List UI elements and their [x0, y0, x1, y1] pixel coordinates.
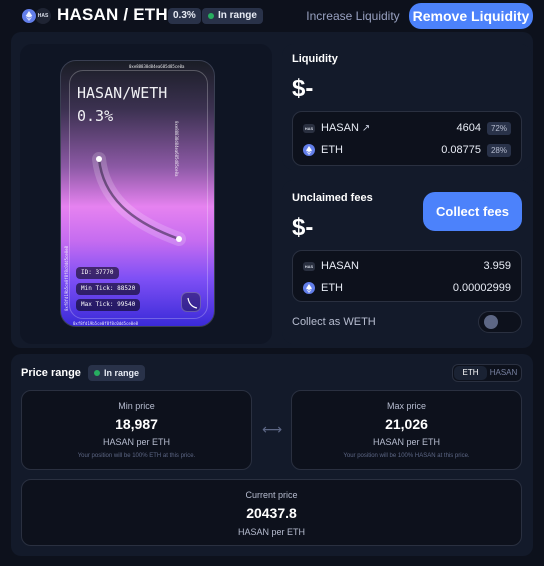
max-price-value: 21,026 [385, 416, 428, 432]
toggle-knob [484, 315, 498, 329]
range-status-label: In range [218, 10, 257, 21]
price-range-status-label: In range [104, 368, 140, 378]
range-arrows-icon: ⟷ [262, 421, 283, 437]
fees-breakdown: HAS HASAN 3.959 ETH 0.00002999 [292, 250, 522, 302]
token-pair-icons: HAS [21, 8, 53, 24]
fees-row-eth: ETH 0.00002999 [303, 280, 511, 296]
min-price-label: Min price [118, 401, 155, 411]
unit-option-hasan[interactable]: HASAN [487, 366, 520, 380]
position-header: HAS HASAN / ETH 0.3% In range Increase L… [0, 0, 544, 32]
token-amount: 4604 [456, 122, 481, 134]
nft-min-tick-tag: Min Tick: 88520 [76, 283, 141, 295]
current-price-box: Current price 20437.8 HASAN per ETH [21, 479, 522, 546]
price-range-title: Price range [21, 367, 81, 379]
token-amount: 0.08775 [441, 144, 481, 156]
collect-as-weth-label: Collect as WETH [292, 316, 376, 328]
increase-liquidity-button[interactable]: Increase Liquidity [300, 4, 406, 27]
liquidity-label: Liquidity [292, 53, 338, 65]
in-range-dot-icon [94, 370, 100, 376]
collect-fees-button[interactable]: Collect fees [423, 192, 522, 231]
nft-curve-glyph-icon [181, 292, 201, 312]
remove-liquidity-button[interactable]: Remove Liquidity [409, 3, 533, 29]
pair-title: HASAN / ETH [57, 5, 168, 24]
nft-id-tag: ID: 37770 [76, 267, 119, 279]
current-price-unit: HASAN per ETH [237, 527, 306, 537]
nft-edge-text-right: 0xe88838d84ea685d85ce0a [174, 121, 179, 177]
hasan-token-icon: HAS [35, 8, 51, 24]
liquidity-row-eth: ETH 0.08775 28% [303, 142, 511, 158]
hasan-token-icon: HAS [303, 123, 315, 133]
price-unit-toggle[interactable]: ETH HASAN [452, 364, 522, 382]
min-price-box: Min price 18,987 HASAN per ETH Your posi… [21, 390, 252, 470]
eth-token-icon [21, 8, 37, 24]
position-nft-image[interactable]: 0xe88838d84ea685d85ce0a 0xf8fd19b5ce0f8f… [60, 60, 215, 327]
in-range-dot-icon [208, 13, 214, 19]
max-price-box: Max price 21,026 HASAN per ETH Your posi… [291, 390, 522, 470]
token-symbol: ETH [321, 144, 343, 156]
range-status-badge: In range [202, 8, 263, 24]
eth-token-icon [303, 144, 315, 156]
min-price-value: 18,987 [115, 416, 158, 432]
fee-tier-badge: 0.3% [168, 8, 201, 24]
min-price-unit: HASAN per ETH [102, 437, 171, 447]
eth-token-icon [303, 282, 315, 294]
nft-edge-text-left: 0xf8fd19b5ce0f8f8c0dd5ce0e8 [64, 245, 69, 311]
curve-start-dot [96, 156, 102, 162]
liquidity-value: $- [292, 75, 314, 102]
token-amount: 3.959 [483, 260, 511, 272]
unit-option-eth[interactable]: ETH [454, 366, 487, 380]
unclaimed-fees-value: $- [292, 214, 314, 241]
external-link-icon[interactable]: ↗ [362, 123, 370, 134]
current-price-label: Current price [245, 490, 298, 500]
curve-end-dot [176, 236, 182, 242]
collect-as-weth-toggle[interactable] [478, 311, 522, 333]
max-price-label: Max price [386, 401, 426, 411]
token-amount: 0.00002999 [452, 282, 511, 294]
unclaimed-fees-label: Unclaimed fees [292, 192, 373, 204]
hasan-token-icon: HAS [303, 261, 315, 271]
token-symbol: HASAN [321, 260, 359, 272]
liquidity-row-hasan: HAS HASAN ↗ 4604 72% [303, 120, 511, 136]
token-share-badge: 28% [486, 143, 511, 157]
nft-max-tick-tag: Max Tick: 99540 [76, 299, 141, 311]
token-share-badge: 72% [486, 121, 511, 135]
max-price-unit: HASAN per ETH [372, 437, 441, 447]
liquidity-breakdown: HAS HASAN ↗ 4604 72% ETH 0.08775 28% [292, 111, 522, 166]
max-price-note: Your position will be 100% HASAN at this… [343, 453, 470, 459]
token-symbol: ETH [321, 282, 343, 294]
token-symbol: HASAN [321, 122, 359, 134]
current-price-value: 20437.8 [246, 505, 297, 521]
fees-row-hasan: HAS HASAN 3.959 [303, 258, 511, 274]
min-price-note: Your position will be 100% ETH at this p… [77, 453, 196, 459]
price-range-status-badge: In range [88, 365, 146, 381]
